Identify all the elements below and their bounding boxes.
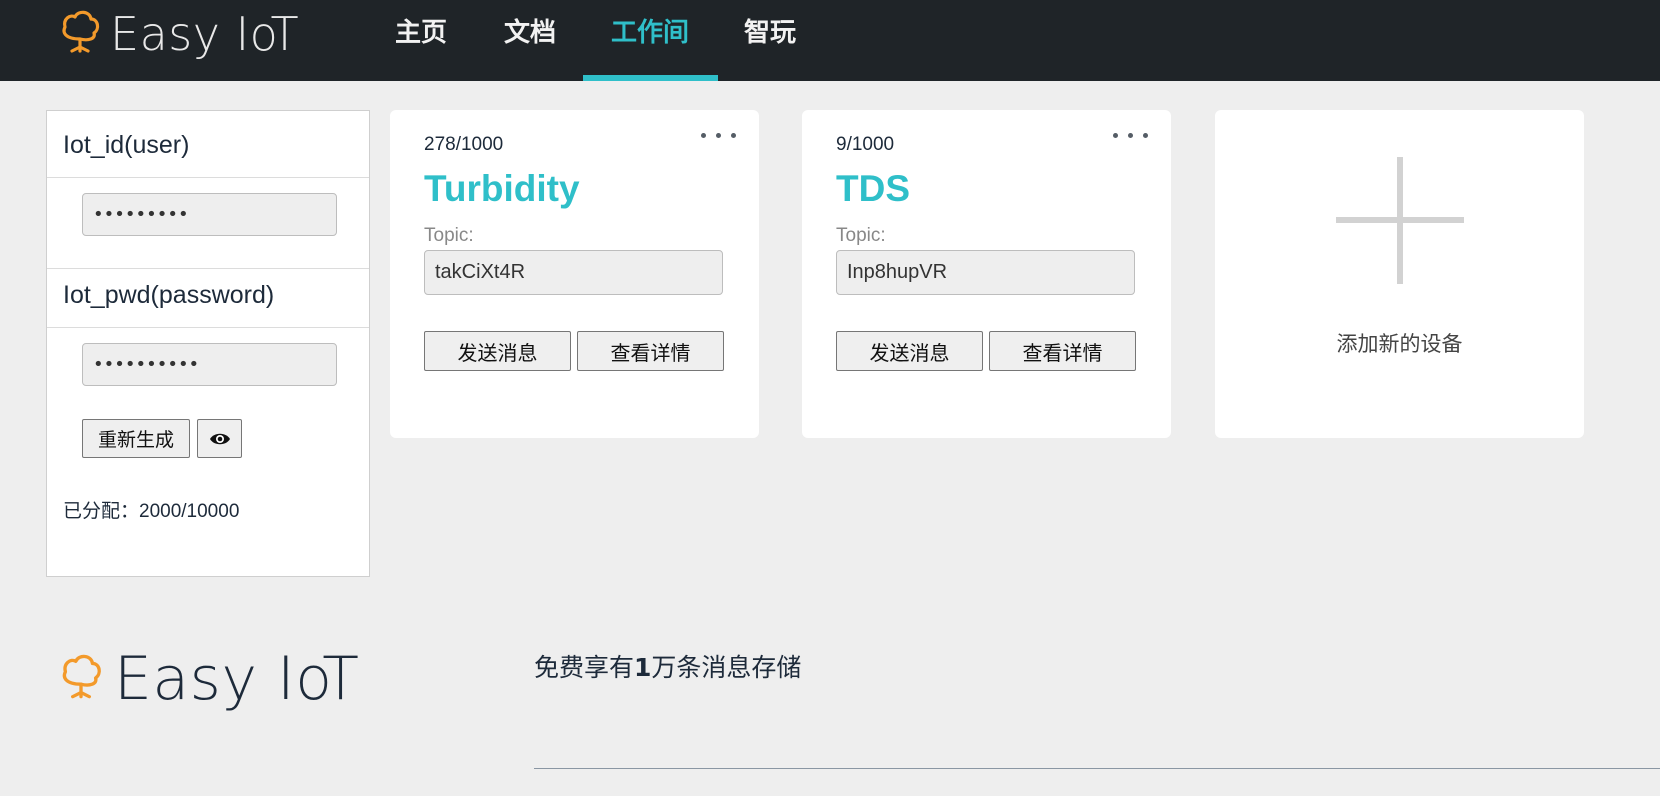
credential-panel: Iot_id(user) Iot_pwd(password) 重新生成 已分配：… <box>46 110 370 577</box>
divider <box>47 327 369 328</box>
more-options-icon[interactable] <box>701 130 737 142</box>
iot-pwd-label: Iot_pwd(password) <box>63 281 275 309</box>
topic-label: Topic: <box>836 225 886 246</box>
view-details-button[interactable]: 查看详情 <box>989 331 1136 371</box>
message-count: 9/1000 <box>836 134 895 155</box>
topic-field[interactable] <box>424 250 723 295</box>
iot-pwd-field[interactable] <box>82 343 337 386</box>
topic-field[interactable] <box>836 250 1135 295</box>
divider <box>47 268 369 269</box>
allocation-status: 已分配：2000/10000 <box>63 501 240 522</box>
nav-item-play[interactable]: 智玩 <box>734 0 806 81</box>
top-nav-bar: Easy IoT 主页 文档 工作间 智玩 <box>0 0 1660 81</box>
footer-text-suffix: 万条消息存储 <box>651 653 802 682</box>
more-options-icon[interactable] <box>1113 130 1149 142</box>
send-message-button[interactable]: 发送消息 <box>836 331 983 371</box>
footer-text-bold: 1 <box>634 653 652 682</box>
footer-brand-name: Easy IoT <box>114 644 360 714</box>
cloud-tree-icon <box>62 654 101 699</box>
topic-label: Topic: <box>424 225 474 246</box>
iot-id-label: Iot_id(user) <box>63 131 190 159</box>
toggle-visibility-button[interactable] <box>197 419 242 458</box>
device-card: 9/1000 TDS Topic: 发送消息 查看详情 <box>802 110 1171 438</box>
send-message-button[interactable]: 发送消息 <box>424 331 571 371</box>
regenerate-button[interactable]: 重新生成 <box>82 419 190 458</box>
brand-logo[interactable]: Easy IoT <box>60 7 300 61</box>
add-device-card[interactable]: 添加新的设备 <box>1215 110 1584 438</box>
iot-id-field[interactable] <box>82 193 337 236</box>
active-tab-underline <box>583 75 718 81</box>
footer-tagline: 免费享有1万条消息存储 <box>534 648 801 684</box>
nav-item-docs[interactable]: 文档 <box>494 0 566 81</box>
device-card: 278/1000 Turbidity Topic: 发送消息 查看详情 <box>390 110 759 438</box>
nav-item-workspace[interactable]: 工作间 <box>595 0 705 81</box>
cloud-tree-icon <box>62 10 100 53</box>
message-count: 278/1000 <box>424 134 504 155</box>
device-name: Turbidity <box>424 168 580 209</box>
eye-icon <box>209 433 230 444</box>
device-name: TDS <box>836 168 910 209</box>
footer-logo: Easy IoT <box>60 644 360 714</box>
brand-name: Easy IoT <box>110 7 300 61</box>
nav-item-home[interactable]: 主页 <box>385 0 457 81</box>
add-device-label: 添加新的设备 <box>1336 332 1463 356</box>
footer-divider <box>534 768 1660 769</box>
view-details-button[interactable]: 查看详情 <box>577 331 724 371</box>
footer-text-prefix: 免费享有 <box>534 653 635 682</box>
divider <box>47 177 369 178</box>
